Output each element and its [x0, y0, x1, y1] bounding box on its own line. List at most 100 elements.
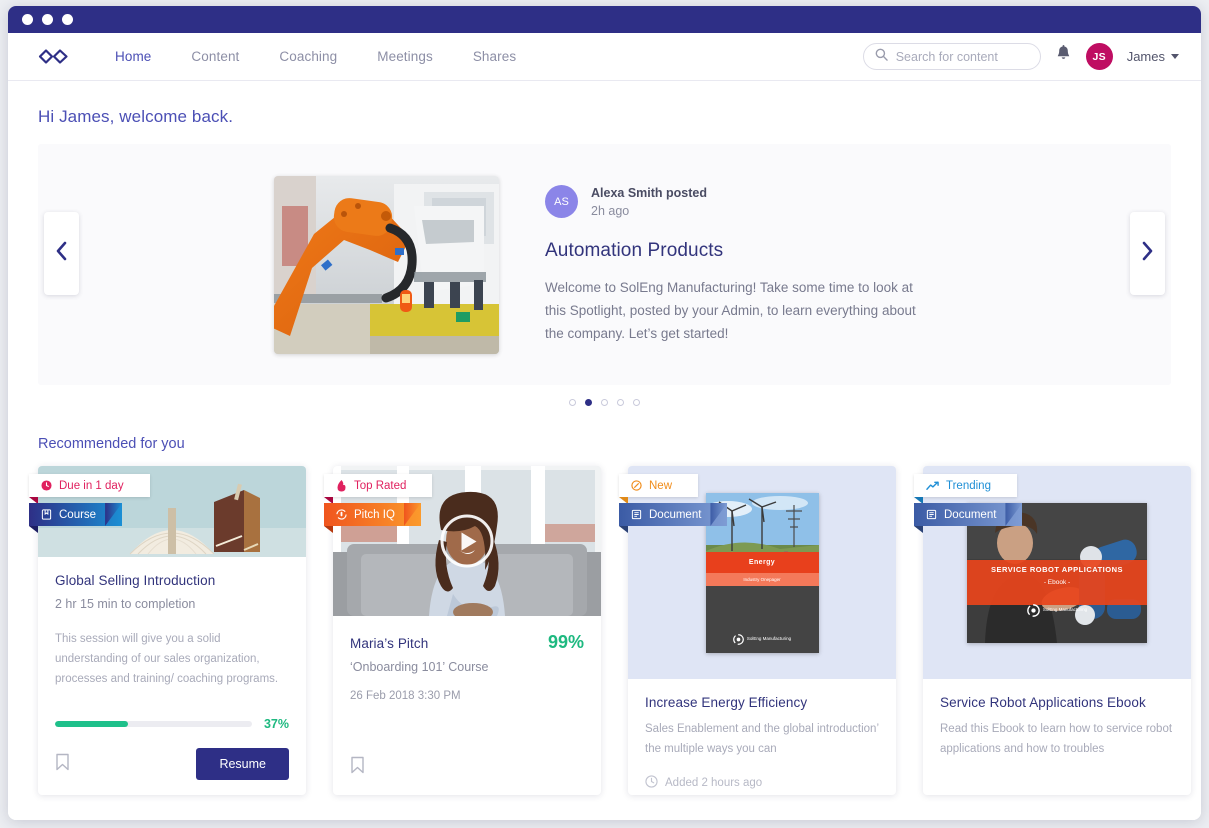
window-dot-minimize[interactable]: [42, 14, 53, 25]
status-badge-label: Due in 1 day: [59, 479, 124, 492]
card-body: Increase Energy Efficiency Sales Enablem…: [628, 679, 896, 791]
kind-badge: Pitch IQ: [324, 503, 421, 533]
brand-logo-icon: SolEng Manufacturing: [732, 633, 792, 645]
kind-badge-label: Document: [944, 508, 997, 521]
trending-up-icon: [926, 481, 939, 491]
kind-badge-label: Course: [59, 508, 97, 521]
status-badge-label: Trending: [946, 479, 991, 492]
flame-icon: [336, 479, 347, 492]
card-service-robot-applications-ebook[interactable]: SERVICE ROBOT APPLICATIONS - Ebook - Sol…: [914, 466, 1191, 795]
avatar[interactable]: JS: [1085, 43, 1113, 70]
brand-logo-label: SolEng Manufacturing: [746, 636, 792, 642]
ribbon-fold: [29, 526, 38, 533]
card-body: Service Robot Applications Ebook Read th…: [923, 679, 1191, 759]
card-meta: Added 2 hours ago: [645, 775, 879, 791]
hero-carousel: AS Alexa Smith posted 2h ago Automation …: [38, 144, 1171, 385]
status-badge-label: New: [649, 479, 673, 492]
window-dot-close[interactable]: [22, 14, 33, 25]
section-title-recommended: Recommended for you: [38, 436, 185, 452]
card-footer: [333, 739, 601, 795]
poster-name: Alexa Smith posted: [591, 185, 707, 200]
brand-logo-label: SolEng Manufacturing: [1042, 607, 1088, 613]
status-badge-label: Top Rated: [354, 479, 407, 492]
card-date: 26 Feb 2018 3:30 PM: [350, 690, 461, 702]
status-badge: Trending: [914, 474, 1017, 504]
carousel-dot-2[interactable]: [585, 399, 592, 406]
status-badge: New: [619, 474, 699, 504]
window-dot-maximize[interactable]: [62, 14, 73, 25]
ribbon-fold: [324, 526, 333, 533]
card-subtitle: 2 hr 15 min to completion: [55, 597, 196, 611]
progress-bar: [55, 721, 252, 728]
card-marias-pitch[interactable]: Top Rated Pitch IQ Maria’s Pitch 99% ‘On…: [324, 466, 601, 795]
search-icon: [875, 48, 888, 66]
top-navigation: Home Content Coaching Meetings Shares JS: [8, 33, 1201, 81]
progress: 37%: [38, 717, 306, 731]
kind-badge: Document: [619, 503, 728, 533]
document-icon: [631, 509, 642, 520]
card-increase-energy-efficiency[interactable]: Energy Industry Onepager SolEng Manufact…: [619, 466, 896, 795]
user-menu[interactable]: James: [1127, 49, 1179, 64]
resume-button[interactable]: Resume: [196, 748, 289, 781]
nav-item-coaching[interactable]: Coaching: [259, 49, 357, 64]
document-cover-band: SERVICE ROBOT APPLICATIONS: [990, 564, 1124, 574]
brand-logo-icon: SolEng Manufacturing: [1027, 603, 1088, 617]
card-body: Global Selling Introduction 2 hr 15 min …: [38, 557, 306, 689]
hero-slide: AS Alexa Smith posted 2h ago Automation …: [38, 144, 1171, 385]
document-cover-subband: - Ebook -: [1043, 578, 1071, 586]
page-title: Hi James, welcome back.: [38, 107, 234, 126]
card-description: Sales Enablement and the global introduc…: [645, 723, 879, 756]
clock-icon: [41, 480, 52, 491]
hero-image: [274, 175, 499, 354]
bookmark-icon[interactable]: [350, 756, 365, 779]
book-icon: [41, 509, 52, 520]
card-badges: New Document: [619, 474, 728, 533]
carousel-dots: [38, 399, 1171, 406]
card-score: 99%: [547, 632, 584, 652]
bookmark-icon[interactable]: [55, 753, 70, 776]
carousel-dot-5[interactable]: [633, 399, 640, 406]
status-badge: Top Rated: [324, 474, 433, 504]
card-body: Maria’s Pitch 99% ‘Onboarding 101’ Cours…: [333, 616, 601, 702]
hero-poster: AS Alexa Smith posted 2h ago: [545, 184, 937, 220]
mic-icon: [336, 509, 347, 520]
nav-item-shares[interactable]: Shares: [453, 49, 536, 64]
window-titlebar: [8, 6, 1201, 33]
new-badge-icon: [631, 480, 642, 491]
carousel-prev-button[interactable]: [44, 212, 79, 295]
progress-bar-fill: [55, 721, 128, 728]
kind-badge-label: Pitch IQ: [354, 508, 395, 521]
card-subtitle: ‘Onboarding 101’ Course: [350, 660, 489, 674]
card-badges: Due in 1 day Course: [29, 474, 150, 533]
carousel-next-button[interactable]: [1130, 212, 1165, 295]
carousel-dot-3[interactable]: [601, 399, 608, 406]
card-footer: Resume: [38, 731, 306, 796]
carousel-dot-4[interactable]: [617, 399, 624, 406]
hero-description: Welcome to SolEng Manufacturing! Take so…: [545, 279, 916, 342]
browser-window: Home Content Coaching Meetings Shares JS: [8, 6, 1201, 820]
document-cover-subband: Industry Onepager: [705, 572, 819, 586]
carousel-dot-1[interactable]: [569, 399, 576, 406]
card-badges: Top Rated Pitch IQ: [324, 474, 433, 533]
infinity-logo-icon[interactable]: [38, 48, 69, 65]
chevron-right-icon: [1141, 241, 1154, 266]
document-cover-band: Energy: [705, 551, 819, 573]
card-meta-label: Added 2 hours ago: [665, 777, 763, 790]
poster-time: 2h ago: [591, 203, 630, 218]
search-box[interactable]: [862, 43, 1041, 70]
search-input[interactable]: [895, 49, 1029, 64]
user-name-label: James: [1126, 49, 1165, 64]
poster-avatar: AS: [545, 185, 578, 219]
ribbon-fold: [619, 526, 628, 533]
card-title: Maria’s Pitch: [350, 636, 429, 651]
bell-icon[interactable]: [1055, 45, 1072, 68]
nav-item-home[interactable]: Home: [95, 49, 171, 64]
kind-badge: Document: [914, 503, 1023, 533]
card-global-selling-introduction[interactable]: Due in 1 day Course Global Selling Intro…: [29, 466, 306, 796]
nav-item-content[interactable]: Content: [171, 49, 259, 64]
nav-item-meetings[interactable]: Meetings: [357, 49, 453, 64]
status-badge: Due in 1 day: [29, 474, 150, 504]
hero-text: AS Alexa Smith posted 2h ago Automation …: [499, 184, 977, 346]
card-description: This session will give you a solid under…: [55, 633, 279, 686]
play-icon[interactable]: [440, 514, 494, 568]
